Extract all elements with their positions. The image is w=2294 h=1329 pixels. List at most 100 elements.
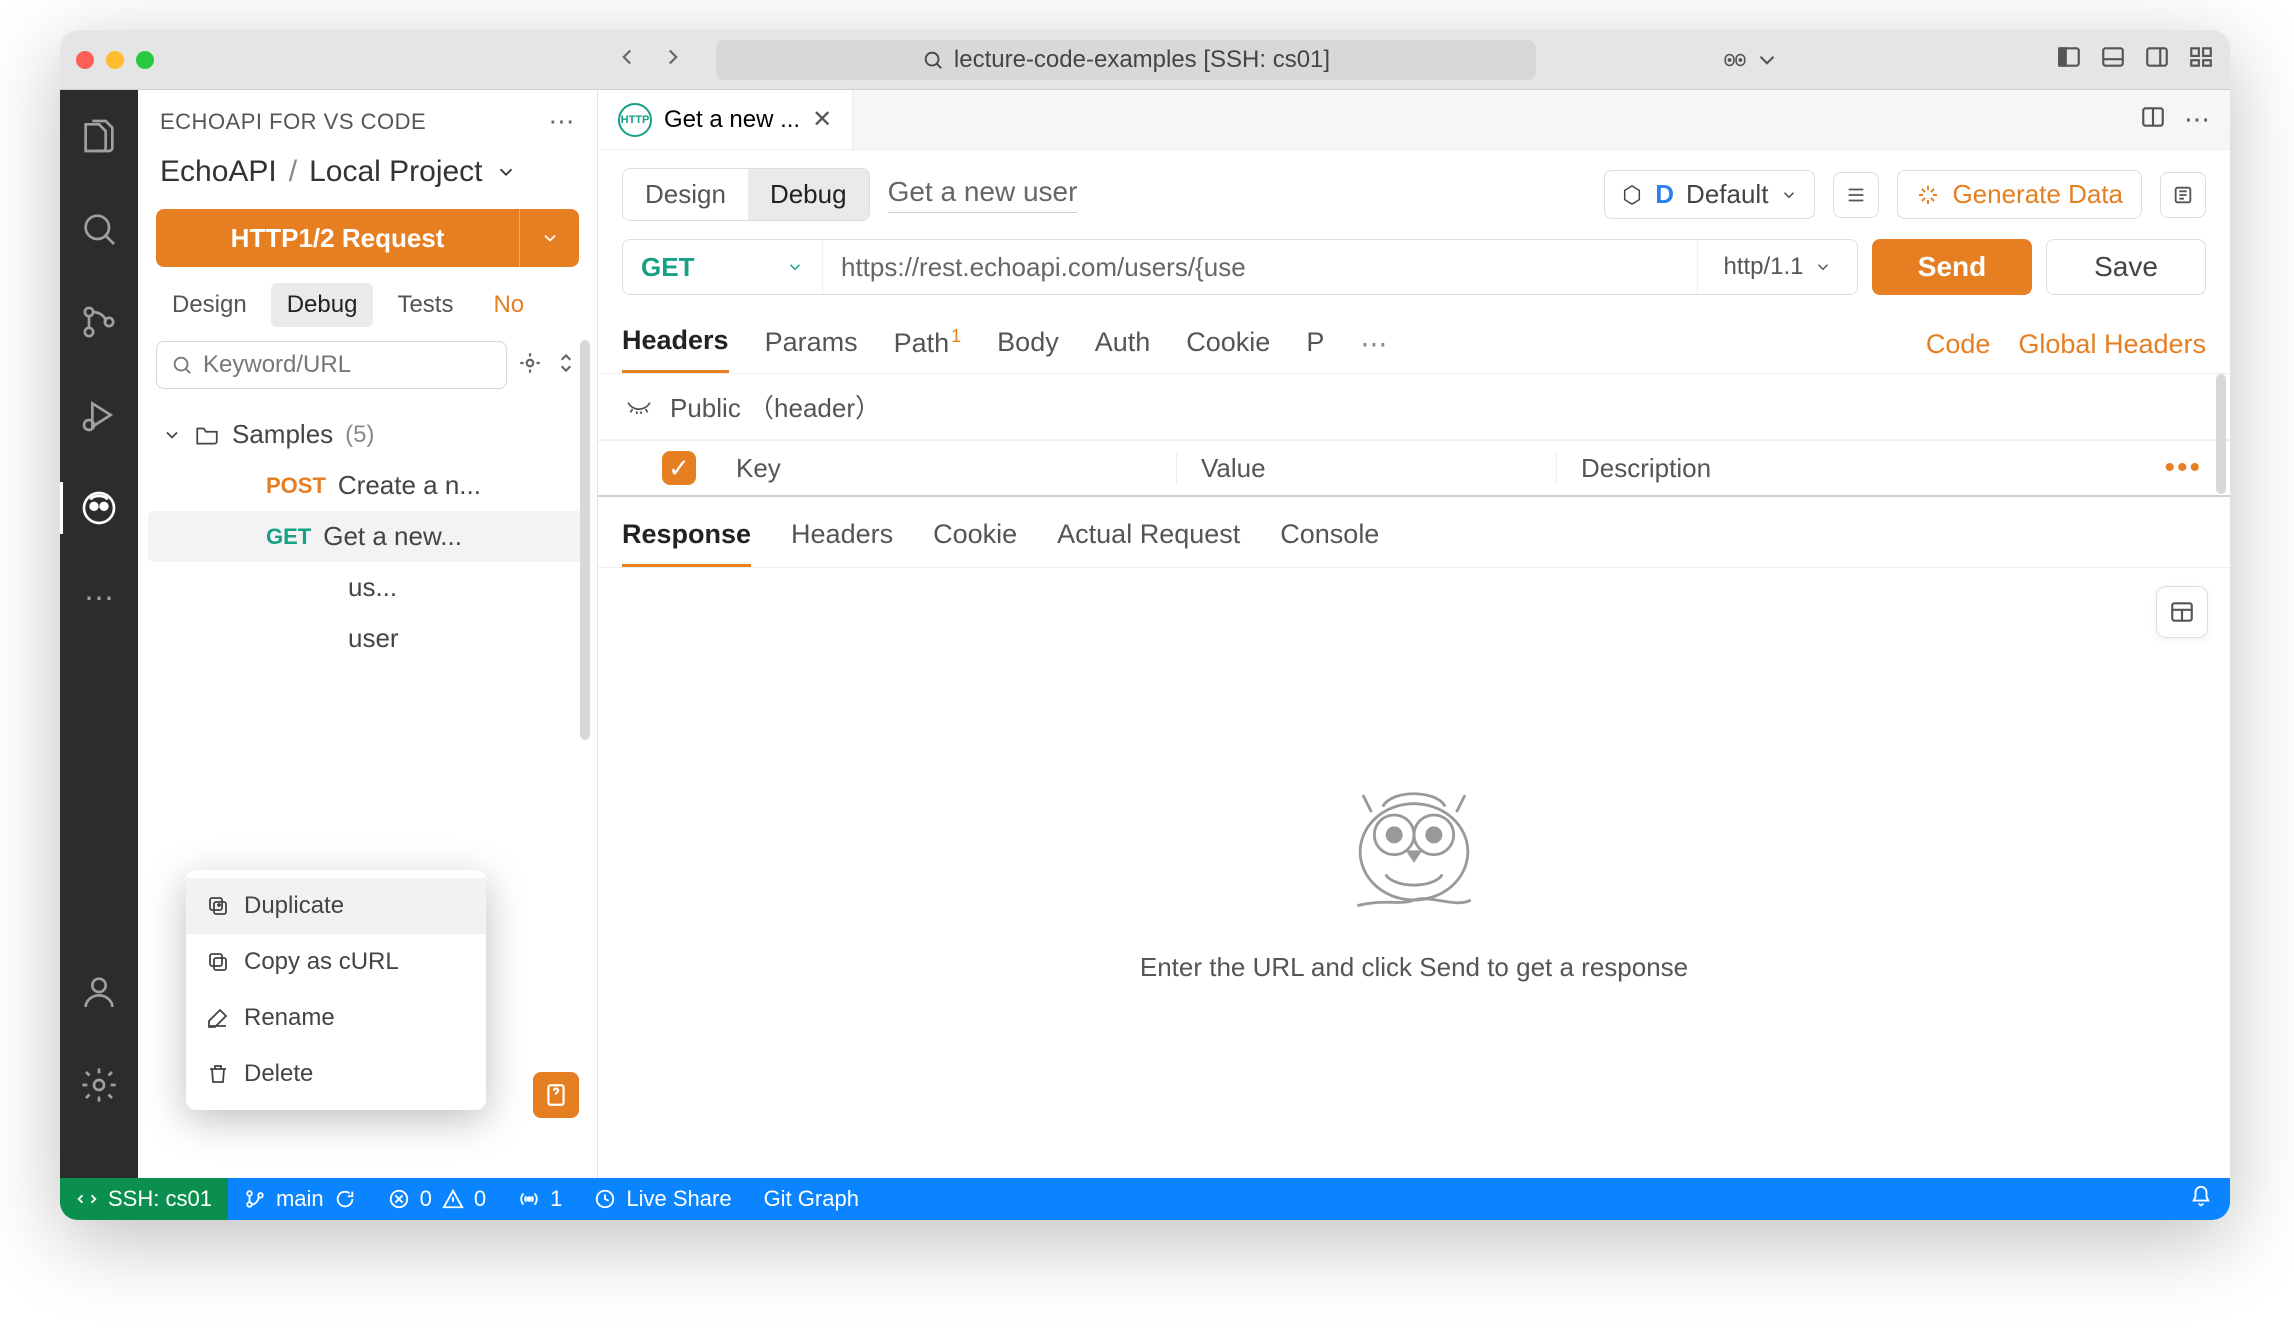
- status-live-share[interactable]: Live Share: [578, 1178, 747, 1220]
- new-request-dropdown[interactable]: [519, 209, 579, 267]
- sidebar-search[interactable]: Keyword/URL: [156, 341, 507, 389]
- request-item[interactable]: POST Create a n...: [148, 460, 587, 511]
- editor-more-icon[interactable]: ⋯: [2184, 104, 2210, 135]
- tab-tests[interactable]: Tests: [381, 283, 469, 327]
- seg-debug[interactable]: Debug: [748, 169, 869, 220]
- activity-bar: ⋯: [60, 90, 138, 1178]
- status-branch[interactable]: main: [228, 1178, 372, 1220]
- tab-params[interactable]: Params: [765, 317, 858, 372]
- tab-debug[interactable]: Debug: [271, 283, 374, 327]
- url-input[interactable]: https://rest.echoapi.com/users/{use: [823, 240, 1697, 294]
- generate-data-button[interactable]: Generate Data: [1897, 170, 2142, 219]
- account-icon[interactable]: [79, 972, 119, 1017]
- resp-tab-response[interactable]: Response: [622, 511, 751, 567]
- folder-icon: [194, 422, 220, 448]
- send-button[interactable]: Send: [1872, 239, 2032, 295]
- source-control-icon[interactable]: [79, 302, 119, 347]
- resp-tab-console[interactable]: Console: [1280, 511, 1379, 567]
- ctx-copy-curl[interactable]: Copy as cURL: [186, 934, 486, 990]
- folder-samples[interactable]: Samples (5): [148, 409, 587, 460]
- sync-icon[interactable]: [334, 1188, 356, 1210]
- sort-icon[interactable]: [553, 350, 579, 381]
- tab-auth[interactable]: Auth: [1095, 317, 1151, 372]
- zoom-window[interactable]: [136, 51, 154, 69]
- tab-path[interactable]: Path1: [894, 316, 962, 373]
- status-ports[interactable]: 1: [502, 1178, 578, 1220]
- request-item-selected[interactable]: GET Get a new...: [148, 511, 587, 562]
- panel-right-icon[interactable]: [2144, 44, 2170, 75]
- tabs-overflow-icon[interactable]: ⋯: [1360, 329, 1387, 360]
- seg-design[interactable]: Design: [623, 169, 748, 220]
- hex-icon: [1621, 184, 1643, 206]
- extension-title: ECHOAPI FOR VS CODE: [160, 109, 426, 135]
- ctx-duplicate[interactable]: Duplicate: [186, 878, 486, 934]
- panel-left-icon[interactable]: [2056, 44, 2082, 75]
- status-bell[interactable]: [2172, 1185, 2230, 1213]
- scrollbar[interactable]: [2216, 374, 2226, 494]
- ctx-rename[interactable]: Rename: [186, 990, 486, 1046]
- code-link[interactable]: Code: [1926, 329, 1991, 360]
- method-select[interactable]: GET: [623, 240, 823, 294]
- status-problems[interactable]: 0 0: [372, 1178, 503, 1220]
- columns-more-icon[interactable]: •••: [2164, 451, 2202, 485]
- titlebar: lecture-code-examples [SSH: cs01]: [60, 30, 2230, 90]
- close-window[interactable]: [76, 51, 94, 69]
- tab-design[interactable]: Design: [156, 283, 263, 327]
- nav-forward-icon[interactable]: [660, 44, 686, 75]
- settings-gear-icon[interactable]: [79, 1065, 119, 1110]
- echoapi-icon[interactable]: [79, 488, 119, 533]
- tab-headers[interactable]: Headers: [622, 315, 729, 373]
- help-button[interactable]: [533, 1072, 579, 1118]
- chevron-down-icon: [1780, 186, 1798, 204]
- resp-tab-actual[interactable]: Actual Request: [1057, 511, 1240, 567]
- project-breadcrumb[interactable]: EchoAPI / Local Project: [138, 147, 597, 205]
- status-remote[interactable]: SSH: cs01: [60, 1178, 228, 1220]
- split-editor-icon[interactable]: [2140, 104, 2166, 135]
- ctx-delete[interactable]: Delete: [186, 1046, 486, 1102]
- debug-icon[interactable]: [79, 395, 119, 440]
- select-all-checkbox[interactable]: ✓: [662, 451, 696, 485]
- search-icon: [171, 354, 193, 376]
- environment-select[interactable]: D Default: [1604, 170, 1815, 219]
- panel-bottom-icon[interactable]: [2100, 44, 2126, 75]
- copilot-icon[interactable]: [1722, 47, 1780, 73]
- minimize-window[interactable]: [106, 51, 124, 69]
- tab-cookie[interactable]: Cookie: [1186, 317, 1270, 372]
- command-center[interactable]: lecture-code-examples [SSH: cs01]: [716, 40, 1536, 80]
- more-icon[interactable]: ⋯: [84, 581, 114, 616]
- search-icon[interactable]: [79, 209, 119, 254]
- request-item[interactable]: user: [148, 613, 587, 664]
- generate-data-settings[interactable]: [2160, 172, 2206, 218]
- close-tab-icon[interactable]: ✕: [812, 105, 832, 134]
- locate-icon[interactable]: [517, 350, 543, 381]
- owl-placeholder-icon: [1329, 764, 1499, 934]
- tab-body[interactable]: Body: [997, 317, 1059, 372]
- col-key: Key: [736, 453, 1176, 484]
- bell-icon: [2190, 1185, 2212, 1207]
- public-header-toggle[interactable]: Public （header）: [598, 374, 2230, 440]
- layout-icon[interactable]: [2188, 44, 2214, 75]
- resp-tab-cookie[interactable]: Cookie: [933, 511, 1017, 567]
- new-request-button[interactable]: HTTP1/2 Request: [156, 209, 519, 267]
- editor-tab[interactable]: HTTP Get a new ... ✕: [598, 90, 853, 149]
- nav-back-icon[interactable]: [614, 44, 640, 75]
- resp-tab-headers[interactable]: Headers: [791, 511, 893, 567]
- vscode-window: lecture-code-examples [SSH: cs01] ⋯: [60, 30, 2230, 1220]
- scrollbar[interactable]: [580, 340, 590, 740]
- status-git-graph[interactable]: Git Graph: [748, 1178, 875, 1220]
- radio-icon: [518, 1188, 540, 1210]
- tab-pre[interactable]: P: [1306, 317, 1324, 372]
- protocol-select[interactable]: http/1.1: [1697, 240, 1857, 294]
- save-button[interactable]: Save: [2046, 239, 2206, 295]
- tab-notice[interactable]: No: [477, 283, 540, 327]
- sidebar-more-icon[interactable]: ⋯: [549, 106, 576, 137]
- request-name-input[interactable]: Get a new user: [888, 176, 1078, 213]
- branch-icon: [244, 1188, 266, 1210]
- global-headers-link[interactable]: Global Headers: [2018, 329, 2206, 360]
- response-layout-button[interactable]: [2156, 586, 2208, 638]
- response-empty-text: Enter the URL and click Send to get a re…: [1140, 952, 1688, 983]
- explorer-icon[interactable]: [79, 116, 119, 161]
- request-item[interactable]: us...: [148, 562, 587, 613]
- editor-area: HTTP Get a new ... ✕ ⋯ Design Debug Get …: [598, 90, 2230, 1178]
- env-menu-button[interactable]: [1833, 172, 1879, 218]
